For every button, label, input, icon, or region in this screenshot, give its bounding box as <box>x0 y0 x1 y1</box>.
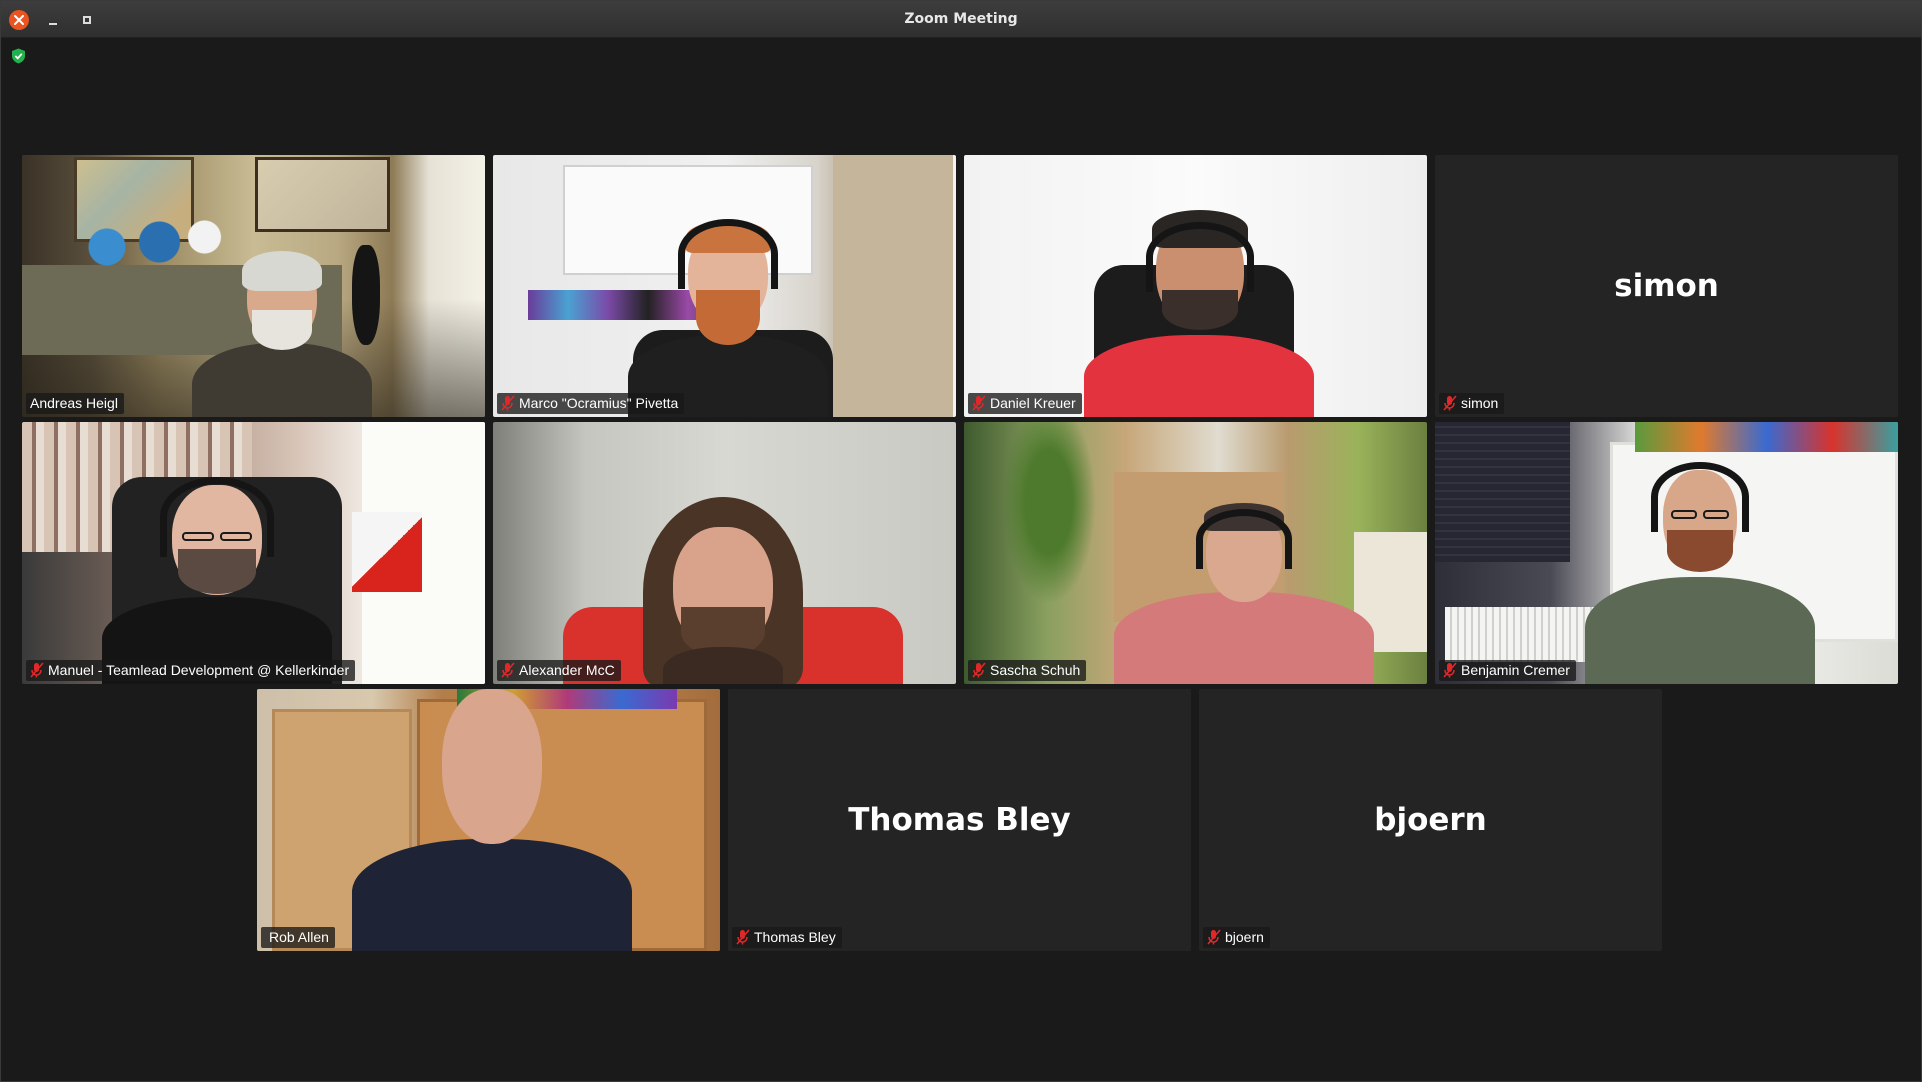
participant-name-placeholder: Thomas Bley <box>848 802 1071 838</box>
participant-name-placeholder: bjoern <box>1374 802 1487 838</box>
wall-map-2 <box>255 157 390 232</box>
video-tile-manuel[interactable]: Manuel - Teamlead Development @ Kellerki… <box>22 422 485 684</box>
door <box>833 155 953 417</box>
video-tile-sascha-schuh[interactable]: Sascha Schuh <box>964 422 1427 684</box>
video-tile-rob-allen[interactable]: Rob Allen <box>257 689 720 951</box>
mic-muted-icon <box>1207 929 1221 945</box>
title-bar[interactable]: Zoom Meeting <box>1 1 1921 38</box>
participant-name-label: Alexander McC <box>497 660 621 681</box>
zoom-window: Zoom Meeting Andreas Heigl Marco "Ocrami… <box>0 0 1922 1082</box>
video-tile-bjoern[interactable]: bjoern bjoern <box>1199 689 1662 951</box>
person <box>618 215 838 417</box>
video-tile-marco-pivetta[interactable]: Marco "Ocramius" Pivetta <box>493 155 956 417</box>
participant-name-label: Sascha Schuh <box>968 660 1087 681</box>
participant-name-label: Andreas Heigl <box>26 393 124 414</box>
mic-muted-icon <box>1443 662 1457 678</box>
video-tile-simon[interactable]: simon simon <box>1435 155 1898 417</box>
participant-name-placeholder: simon <box>1614 268 1719 304</box>
mic-muted-icon <box>972 662 986 678</box>
person <box>102 477 332 684</box>
mic-muted-icon <box>30 662 44 678</box>
mic-muted-icon <box>1443 395 1457 411</box>
video-tile-alexander-mcc[interactable]: Alexander McC <box>493 422 956 684</box>
mic-muted-icon <box>501 662 515 678</box>
participant-name-label: simon <box>1439 393 1505 414</box>
participant-name-label: Marco "Ocramius" Pivetta <box>497 393 685 414</box>
shield-check-icon[interactable] <box>11 48 26 64</box>
person <box>603 497 843 684</box>
person <box>192 251 372 417</box>
mic-muted-icon <box>501 395 515 411</box>
video-tile-daniel-kreuer[interactable]: Daniel Kreuer <box>964 155 1427 417</box>
participant-name-label: Benjamin Cremer <box>1439 660 1576 681</box>
mic-muted-icon <box>972 395 986 411</box>
video-tile-thomas-bley[interactable]: Thomas Bley Thomas Bley <box>728 689 1191 951</box>
plant <box>994 422 1104 622</box>
person <box>352 689 632 951</box>
participant-name-label: Manuel - Teamlead Development @ Kellerki… <box>26 660 356 681</box>
participant-name-label: Thomas Bley <box>732 927 842 948</box>
person <box>1114 503 1374 684</box>
person <box>1585 462 1815 684</box>
participant-name-label: Rob Allen <box>261 927 335 948</box>
window-title: Zoom Meeting <box>904 11 1018 27</box>
video-tile-andreas-heigl[interactable]: Andreas Heigl <box>22 155 485 417</box>
participant-name-label: Daniel Kreuer <box>968 393 1082 414</box>
mic-muted-icon <box>736 929 750 945</box>
radiator <box>1445 607 1595 662</box>
person <box>1074 210 1324 417</box>
window-blind <box>1435 422 1570 562</box>
shelf-toys <box>1635 422 1898 452</box>
red-white-object <box>352 512 422 592</box>
video-tile-benjamin-cremer[interactable]: Benjamin Cremer <box>1435 422 1898 684</box>
participant-name-label: bjoern <box>1203 927 1270 948</box>
